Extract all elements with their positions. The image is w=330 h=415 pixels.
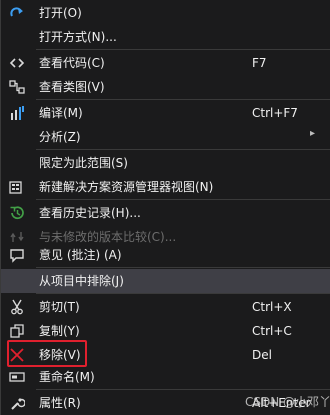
menu-item-view-code[interactable]: 查看代码(C) F7 — [1, 51, 330, 75]
rename-icon — [9, 369, 25, 385]
menu-separator — [36, 149, 330, 150]
scissors-icon — [9, 299, 25, 315]
wrench-icon — [9, 395, 25, 411]
comment-icon — [9, 247, 25, 263]
menu-item-new-solution-explorer-view[interactable]: 新建解决方案资源管理器视图(N) — [1, 175, 330, 199]
copy-icon — [9, 323, 25, 339]
submenu-arrow-icon: ▸ — [310, 128, 316, 139]
menu-item-label: 打开(O) — [39, 6, 82, 20]
menu-item-label: 意见 (批注) (A) — [39, 248, 122, 262]
menu-item-label: 查看类图(V) — [39, 80, 105, 94]
redo-icon — [9, 5, 25, 21]
menu-item-compile[interactable]: 编译(M) Ctrl+F7 — [1, 101, 330, 125]
menu-item-label: 分析(Z) — [39, 130, 81, 144]
menu-item-label: 打开方式(N)... — [39, 30, 117, 44]
watermark-text: CSDN @小邓丫 — [245, 395, 330, 409]
menu-item-annotate[interactable]: 意见 (批注) (A) — [1, 243, 330, 267]
menu-item-open-with[interactable]: 打开方式(N)... — [1, 25, 330, 49]
menu-item-exclude-from-project[interactable]: 从项目中排除(J) — [1, 269, 330, 293]
menu-item-label: 属性(R) — [39, 396, 81, 410]
menu-item-shortcut: Ctrl+C — [252, 324, 292, 338]
menu-item-shortcut: Del — [252, 348, 272, 362]
menu-item-label: 新建解决方案资源管理器视图(N) — [39, 180, 214, 194]
compile-icon — [9, 105, 25, 121]
menu-item-label: 重命名(M) — [39, 370, 95, 384]
new-view-icon — [9, 179, 25, 195]
menu-item-label: 编译(M) — [39, 106, 83, 120]
menu-item-label: 限定为此范围(S) — [39, 156, 128, 170]
menu-item-cut[interactable]: 剪切(T) Ctrl+X — [1, 295, 330, 319]
highlight-annotation-box — [7, 340, 87, 367]
menu-item-shortcut: F7 — [252, 56, 267, 70]
menu-separator — [36, 99, 330, 100]
menu-item-shortcut: Ctrl+F7 — [252, 106, 298, 120]
menu-item-analyze[interactable]: 分析(Z) ▸ — [1, 125, 330, 149]
menu-separator — [36, 267, 330, 268]
context-menu: 打开(O) 打开方式(N)... 查看代码(C) F7 查看类图(V) 编译(M… — [0, 0, 330, 415]
menu-item-shortcut: Ctrl+X — [252, 300, 292, 314]
menu-item-open[interactable]: 打开(O) — [1, 1, 330, 25]
menu-item-label: 复制(Y) — [39, 324, 80, 338]
class-diagram-icon — [9, 79, 25, 95]
history-icon — [9, 205, 25, 221]
menu-item-rename[interactable]: 重命名(M) — [1, 365, 330, 389]
menu-item-label: 查看代码(C) — [39, 56, 105, 70]
menu-item-label: 从项目中排除(J) — [39, 274, 124, 288]
menu-item-view-history[interactable]: 查看历史记录(H)... — [1, 201, 330, 225]
menu-item-scope-to-this[interactable]: 限定为此范围(S) — [1, 151, 330, 175]
menu-separator — [36, 49, 330, 50]
code-icon — [9, 55, 25, 71]
menu-item-label: 剪切(T) — [39, 300, 80, 314]
menu-separator — [36, 293, 330, 294]
menu-separator — [36, 389, 330, 390]
menu-item-label: 查看历史记录(H)... — [39, 206, 141, 220]
menu-separator — [36, 199, 330, 200]
menu-item-view-class-diagram[interactable]: 查看类图(V) — [1, 75, 330, 99]
